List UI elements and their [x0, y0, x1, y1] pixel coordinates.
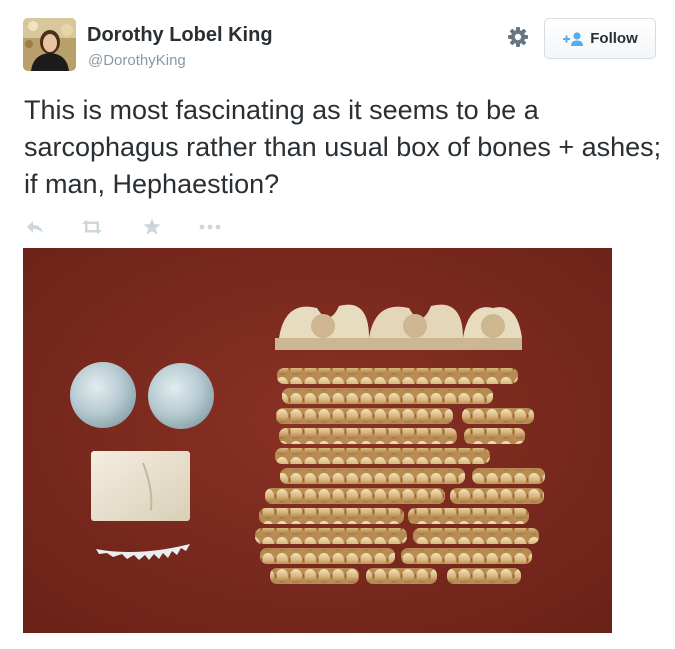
more-icon[interactable] — [198, 216, 222, 238]
tweet-card: Dorothy Lobel King @DorothyKing Follow T… — [0, 0, 675, 649]
follow-label: Follow — [590, 30, 638, 47]
artifacts-photo — [23, 248, 612, 633]
retweet-icon[interactable] — [81, 216, 103, 238]
add-user-icon — [563, 31, 584, 46]
user-name[interactable]: Dorothy Lobel King — [87, 24, 273, 47]
avatar[interactable] — [23, 18, 76, 71]
tweet-photo[interactable] — [23, 248, 612, 633]
favorite-icon[interactable] — [141, 216, 163, 238]
gear-icon[interactable] — [507, 26, 529, 48]
user-handle[interactable]: @DorothyKing — [88, 52, 186, 69]
avatar-image — [23, 18, 76, 71]
reply-icon[interactable] — [24, 216, 46, 238]
follow-button[interactable]: Follow — [544, 18, 656, 59]
tweet-text: This is most fascinating as it seems to … — [24, 95, 662, 199]
